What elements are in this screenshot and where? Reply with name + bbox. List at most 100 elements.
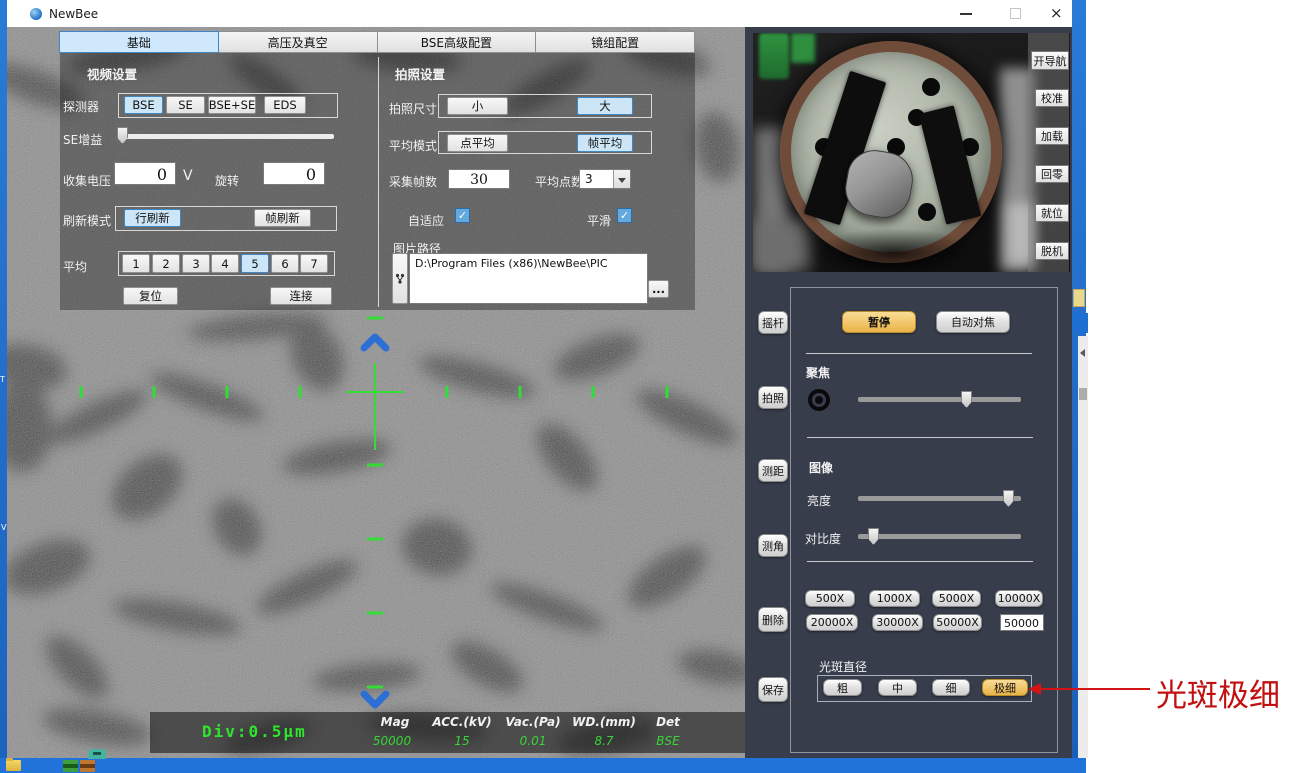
desktop-left-strip: T V xyxy=(0,0,7,758)
refresh-mode-label: 刷新模式 xyxy=(63,212,111,229)
smooth-checkbox[interactable]: ✓ xyxy=(617,208,632,223)
check-icon: ✓ xyxy=(620,209,629,222)
spot-medium-button[interactable]: 中 xyxy=(878,679,917,696)
open-navigation-button[interactable]: 开导航 xyxy=(1031,51,1069,70)
image-path-box[interactable]: D:\Program Files (x86)\NewBee\PIC xyxy=(409,253,648,304)
points-dropdown[interactable]: 3 xyxy=(579,169,631,189)
points-dropdown-arrow-button[interactable] xyxy=(613,170,630,188)
focus-slider-track[interactable] xyxy=(858,397,1021,402)
points-dropdown-value: 3 xyxy=(585,172,593,186)
tab-basic[interactable]: 基础 xyxy=(59,31,219,53)
title-bar: NewBee × xyxy=(7,0,1072,27)
detector-eds-button[interactable]: EDS xyxy=(264,96,306,114)
contrast-slider-track[interactable] xyxy=(858,534,1021,539)
connect-button[interactable]: 连接 xyxy=(270,287,332,305)
folder-icon[interactable] xyxy=(6,760,21,771)
snapshot-button[interactable]: 拍照 xyxy=(758,386,788,409)
measure-distance-button[interactable]: 测距 xyxy=(758,459,788,482)
size-large-button[interactable]: 大 xyxy=(577,97,633,115)
average-4-button[interactable]: 4 xyxy=(211,254,239,273)
mag-500x-button[interactable]: 500X xyxy=(805,590,855,607)
delete-button[interactable]: 删除 xyxy=(758,607,788,632)
scrollbar-thumb[interactable] xyxy=(1079,388,1087,400)
load-button[interactable]: 加载 xyxy=(1035,127,1069,145)
frames-label: 采集帧数 xyxy=(389,173,437,190)
browse-button[interactable]: ... xyxy=(648,280,669,298)
offline-button[interactable]: 脱机 xyxy=(1035,242,1069,260)
adaptive-checkbox[interactable]: ✓ xyxy=(455,208,470,223)
sem-image-view: 基础 高压及真空 BSE高级配置 镜组配置 视频设置 探测器 BSE SE BS… xyxy=(7,27,745,758)
collect-voltage-input[interactable]: 0 xyxy=(114,162,176,185)
taskbar-app-icon[interactable] xyxy=(80,760,95,772)
divider xyxy=(807,561,1033,562)
taskbar xyxy=(0,758,1086,773)
reset-button[interactable]: 复位 xyxy=(123,287,178,305)
close-icon[interactable]: × xyxy=(1050,4,1063,22)
mag-50000x-button[interactable]: 50000X xyxy=(933,614,982,631)
spot-fine-button[interactable]: 细 xyxy=(932,679,970,696)
in-position-button[interactable]: 就位 xyxy=(1035,204,1069,222)
spot-coarse-button[interactable]: 粗 xyxy=(823,679,862,696)
control-panel: 暂停 自动对焦 聚焦 图像 亮度 对比度 500X 1000X 5000X 10… xyxy=(790,287,1058,753)
brightness-slider-track[interactable] xyxy=(858,496,1021,501)
frames-input[interactable]: 30 xyxy=(448,169,510,189)
path-tool-button[interactable] xyxy=(392,253,408,304)
row-refresh-button[interactable]: 行刷新 xyxy=(124,209,181,227)
status-col-vac-label: Vac.(Pa) xyxy=(505,715,560,729)
mag-5000x-button[interactable]: 5000X xyxy=(932,590,981,607)
se-gain-slider-track[interactable] xyxy=(118,134,334,139)
taskbar-app-icon[interactable] xyxy=(63,760,78,772)
stage-hole xyxy=(922,78,940,96)
contrast-slider-thumb[interactable] xyxy=(868,528,879,545)
detector-bse-button[interactable]: BSE xyxy=(124,96,163,114)
points-label: 平均点数 xyxy=(535,173,583,190)
mag-10000x-button[interactable]: 10000X xyxy=(995,590,1043,607)
detector-bse-se-button[interactable]: BSE+SE xyxy=(208,96,256,114)
mag-1000x-button[interactable]: 1000X xyxy=(869,590,920,607)
average-2-button[interactable]: 2 xyxy=(152,254,180,273)
measure-angle-button[interactable]: 测角 xyxy=(758,534,788,557)
minimize-icon[interactable] xyxy=(960,13,972,15)
config-tab-bar: 基础 高压及真空 BSE高级配置 镜组配置 xyxy=(60,31,695,53)
size-small-button[interactable]: 小 xyxy=(447,97,508,115)
tab-lens-config[interactable]: 镜组配置 xyxy=(535,31,695,53)
chamber-camera-feed xyxy=(753,33,1070,272)
photo-settings-title: 拍照设置 xyxy=(395,64,445,83)
return-zero-button[interactable]: 回零 xyxy=(1035,165,1069,183)
calibrate-button[interactable]: 校准 xyxy=(1035,89,1069,107)
pause-button[interactable]: 暂停 xyxy=(842,311,916,333)
collect-voltage-label: 收集电压 xyxy=(63,172,111,189)
average-3-button[interactable]: 3 xyxy=(182,254,210,273)
background-window-fragment xyxy=(1072,313,1088,333)
average-1-button[interactable]: 1 xyxy=(122,254,150,273)
stage-hole xyxy=(918,203,936,221)
avg-mode-label: 平均模式 xyxy=(389,137,437,154)
autofocus-button[interactable]: 自动对焦 xyxy=(936,311,1010,333)
mag-30000x-button[interactable]: 30000X xyxy=(872,614,923,631)
spot-ultra-fine-button[interactable]: 极细 xyxy=(982,679,1028,696)
joystick-button[interactable]: 摇杆 xyxy=(758,311,788,334)
focus-slider-thumb[interactable] xyxy=(961,391,972,408)
status-col-mag-label: Mag xyxy=(381,715,410,729)
divider xyxy=(806,353,1032,354)
tab-bse-advanced[interactable]: BSE高级配置 xyxy=(377,31,537,53)
rotation-input[interactable]: 0 xyxy=(263,162,325,185)
brightness-slider-thumb[interactable] xyxy=(1003,490,1014,507)
magnification-input[interactable]: 50000 xyxy=(1000,614,1044,631)
point-avg-button[interactable]: 点平均 xyxy=(447,134,508,152)
average-7-button[interactable]: 7 xyxy=(300,254,328,273)
background-window-scrollbar[interactable] xyxy=(1078,336,1088,758)
maximize-icon[interactable] xyxy=(1010,8,1021,19)
frame-refresh-button[interactable]: 帧刷新 xyxy=(254,209,311,227)
mag-20000x-button[interactable]: 20000X xyxy=(806,614,858,631)
background-window-fragment xyxy=(1073,289,1085,307)
detector-se-button[interactable]: SE xyxy=(166,96,205,114)
taskbar-overlap-icon[interactable] xyxy=(88,749,106,759)
average-5-button[interactable]: 5 xyxy=(241,254,269,273)
adaptive-label: 自适应 xyxy=(408,212,444,229)
tab-hv-vacuum[interactable]: 高压及真空 xyxy=(218,31,378,53)
image-path-value: D:\Program Files (x86)\NewBee\PIC xyxy=(415,257,608,270)
frame-avg-button[interactable]: 帧平均 xyxy=(577,134,633,152)
average-6-button[interactable]: 6 xyxy=(271,254,299,273)
save-button[interactable]: 保存 xyxy=(758,677,788,702)
